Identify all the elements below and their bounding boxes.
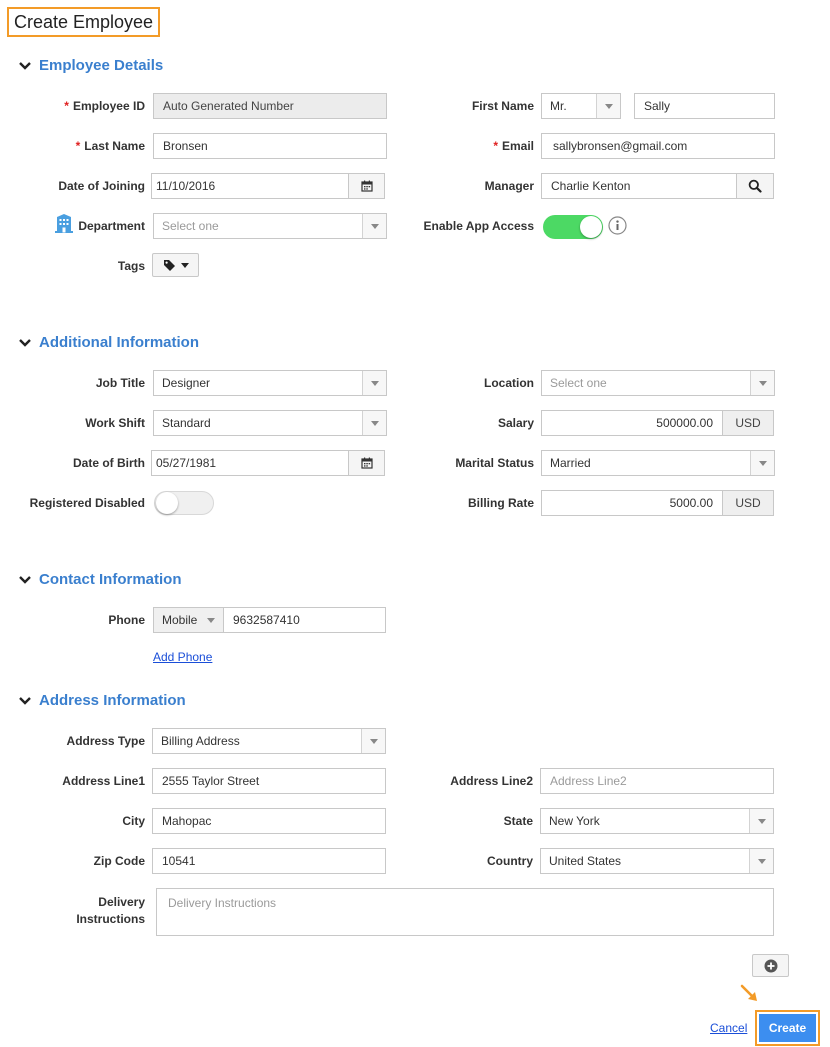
chevron-down-icon bbox=[749, 809, 773, 833]
section-additional-information[interactable]: Additional Information bbox=[17, 332, 199, 352]
phone-label: Phone bbox=[108, 613, 145, 627]
tag-icon bbox=[163, 259, 175, 271]
calendar-button[interactable] bbox=[348, 173, 385, 199]
billing-rate-currency: USD bbox=[722, 490, 774, 516]
marital-status-select[interactable]: Married bbox=[541, 450, 775, 476]
delivery-instructions-label: Delivery Instructions bbox=[76, 895, 145, 926]
chevron-down-icon bbox=[596, 94, 620, 118]
enable-app-access-label: Enable App Access bbox=[423, 219, 534, 233]
calendar-icon bbox=[360, 457, 373, 469]
department-label: Department bbox=[78, 219, 145, 233]
manager-label: Manager bbox=[484, 179, 534, 193]
employee-id-field: Auto Generated Number bbox=[153, 93, 387, 119]
chevron-down-icon bbox=[19, 697, 31, 705]
create-button-label: Create bbox=[759, 1014, 816, 1042]
page-title: Create Employee bbox=[7, 7, 160, 37]
arrow-pointer-icon bbox=[740, 984, 757, 1001]
building-icon bbox=[55, 214, 73, 233]
billing-rate-label: Billing Rate bbox=[467, 496, 534, 510]
salary-currency: USD bbox=[722, 410, 774, 436]
chevron-down-icon bbox=[362, 371, 386, 395]
address-line1-label: Address Line1 bbox=[62, 774, 145, 788]
phone-type-select[interactable]: Mobile bbox=[153, 607, 224, 633]
job-title-label: Job Title bbox=[95, 376, 145, 390]
state-select[interactable]: New York bbox=[540, 808, 774, 834]
add-phone-link[interactable]: Add Phone bbox=[153, 650, 212, 664]
manager-input[interactable]: Charlie Kenton bbox=[541, 173, 737, 199]
location-select[interactable]: Select one bbox=[541, 370, 775, 396]
city-label: City bbox=[122, 814, 145, 828]
salutation-select[interactable]: Mr. bbox=[541, 93, 621, 119]
email-input[interactable]: sallybronsen@gmail.com bbox=[541, 133, 775, 159]
section-employee-details[interactable]: Employee Details bbox=[17, 55, 163, 75]
chevron-down-icon bbox=[750, 371, 774, 395]
country-label: Country bbox=[487, 854, 533, 868]
calendar-icon bbox=[360, 180, 373, 192]
country-select[interactable]: United States bbox=[540, 848, 774, 874]
search-icon bbox=[748, 179, 762, 193]
employee-id-label: * Employee ID bbox=[64, 99, 145, 113]
chevron-down-icon bbox=[361, 729, 385, 753]
chevron-down-icon bbox=[750, 451, 774, 475]
address-line1-input[interactable]: 2555 Taylor Street bbox=[152, 768, 386, 794]
work-shift-label: Work Shift bbox=[85, 416, 145, 430]
salary-label: Salary bbox=[497, 416, 534, 430]
add-more-button[interactable] bbox=[752, 954, 789, 977]
email-label: * Email bbox=[493, 139, 534, 153]
chevron-down-icon bbox=[362, 411, 386, 435]
plus-circle-icon bbox=[764, 959, 777, 972]
section-contact-information[interactable]: Contact Information bbox=[17, 569, 182, 589]
work-shift-select[interactable]: Standard bbox=[153, 410, 387, 436]
caret-down-icon bbox=[207, 618, 215, 623]
date-of-joining-label: Date of Joining bbox=[58, 179, 145, 193]
date-of-birth-input[interactable]: 05/27/1981 bbox=[151, 450, 349, 476]
manager-search-button[interactable] bbox=[736, 173, 774, 199]
salary-input[interactable]: 500000.00 bbox=[541, 410, 723, 436]
chevron-down-icon bbox=[749, 849, 773, 873]
phone-input[interactable]: 9632587410 bbox=[223, 607, 386, 633]
address-type-label: Address Type bbox=[66, 734, 145, 748]
job-title-select[interactable]: Designer bbox=[153, 370, 387, 396]
chevron-down-icon bbox=[19, 576, 31, 584]
zip-code-input[interactable]: 10541 bbox=[152, 848, 386, 874]
marital-status-label: Marital Status bbox=[455, 456, 534, 470]
cancel-link[interactable]: Cancel bbox=[710, 1021, 747, 1035]
city-input[interactable]: Mahopac bbox=[152, 808, 386, 834]
toggle-knob bbox=[580, 216, 602, 238]
chevron-down-icon bbox=[362, 214, 386, 238]
create-button[interactable]: Create bbox=[755, 1010, 820, 1046]
chevron-down-icon bbox=[19, 339, 31, 347]
calendar-button[interactable] bbox=[348, 450, 385, 476]
date-of-birth-label: Date of Birth bbox=[73, 456, 145, 470]
delivery-instructions-textarea[interactable]: Delivery Instructions bbox=[156, 888, 774, 936]
first-name-input[interactable]: Sally bbox=[634, 93, 775, 119]
tags-label: Tags bbox=[117, 259, 145, 273]
date-of-joining-input[interactable]: 11/10/2016 bbox=[151, 173, 349, 199]
enable-app-access-toggle[interactable] bbox=[543, 215, 603, 239]
section-address-information[interactable]: Address Information bbox=[17, 690, 186, 710]
department-select[interactable]: Select one bbox=[153, 213, 387, 239]
state-label: State bbox=[503, 814, 533, 828]
first-name-label: First Name bbox=[471, 99, 534, 113]
registered-disabled-toggle[interactable] bbox=[154, 491, 214, 515]
section-title: Address Information bbox=[39, 691, 186, 709]
location-label: Location bbox=[484, 376, 534, 390]
section-title: Contact Information bbox=[39, 570, 182, 588]
zip-code-label: Zip Code bbox=[93, 854, 145, 868]
section-title: Additional Information bbox=[39, 333, 199, 351]
tags-dropdown-button[interactable] bbox=[152, 253, 199, 277]
chevron-down-icon bbox=[19, 62, 31, 70]
billing-rate-input[interactable]: 5000.00 bbox=[541, 490, 723, 516]
last-name-label: * Last Name bbox=[75, 139, 145, 153]
registered-disabled-label: Registered Disabled bbox=[29, 496, 145, 510]
address-line2-input[interactable]: Address Line2 bbox=[540, 768, 774, 794]
address-line2-label: Address Line2 bbox=[450, 774, 533, 788]
last-name-input[interactable]: Bronsen bbox=[153, 133, 387, 159]
caret-down-icon bbox=[180, 262, 189, 268]
toggle-knob bbox=[156, 492, 178, 514]
section-title: Employee Details bbox=[39, 56, 164, 74]
address-type-select[interactable]: Billing Address bbox=[152, 728, 386, 754]
info-icon[interactable] bbox=[608, 216, 627, 235]
